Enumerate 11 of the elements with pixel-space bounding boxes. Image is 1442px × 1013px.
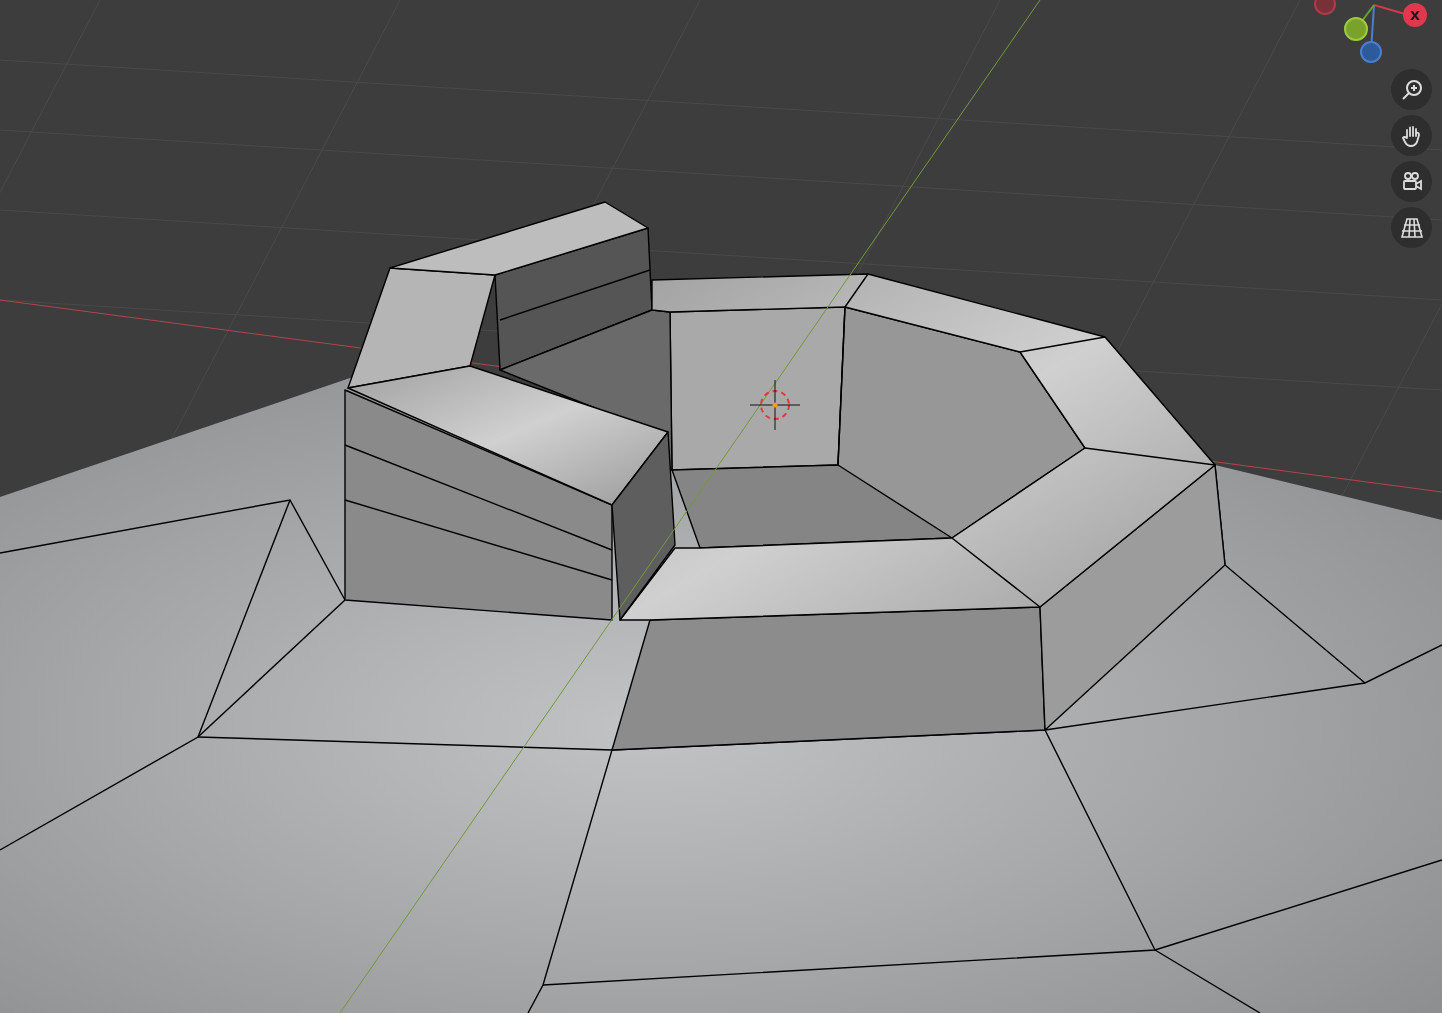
axis-handle[interactable] (1344, 17, 1368, 41)
axis-handle[interactable] (1360, 41, 1382, 63)
axis-handle[interactable] (1314, 0, 1336, 15)
grid-icon (1399, 215, 1424, 240)
axis-handle[interactable] (1403, 3, 1427, 27)
perspective-button[interactable] (1391, 207, 1432, 248)
axis-label: X (1410, 8, 1420, 23)
3d-cursor-icon (749, 379, 801, 431)
camera-button[interactable] (1391, 161, 1432, 202)
pan-button[interactable] (1391, 115, 1432, 156)
zoom-button[interactable] (1391, 69, 1432, 110)
